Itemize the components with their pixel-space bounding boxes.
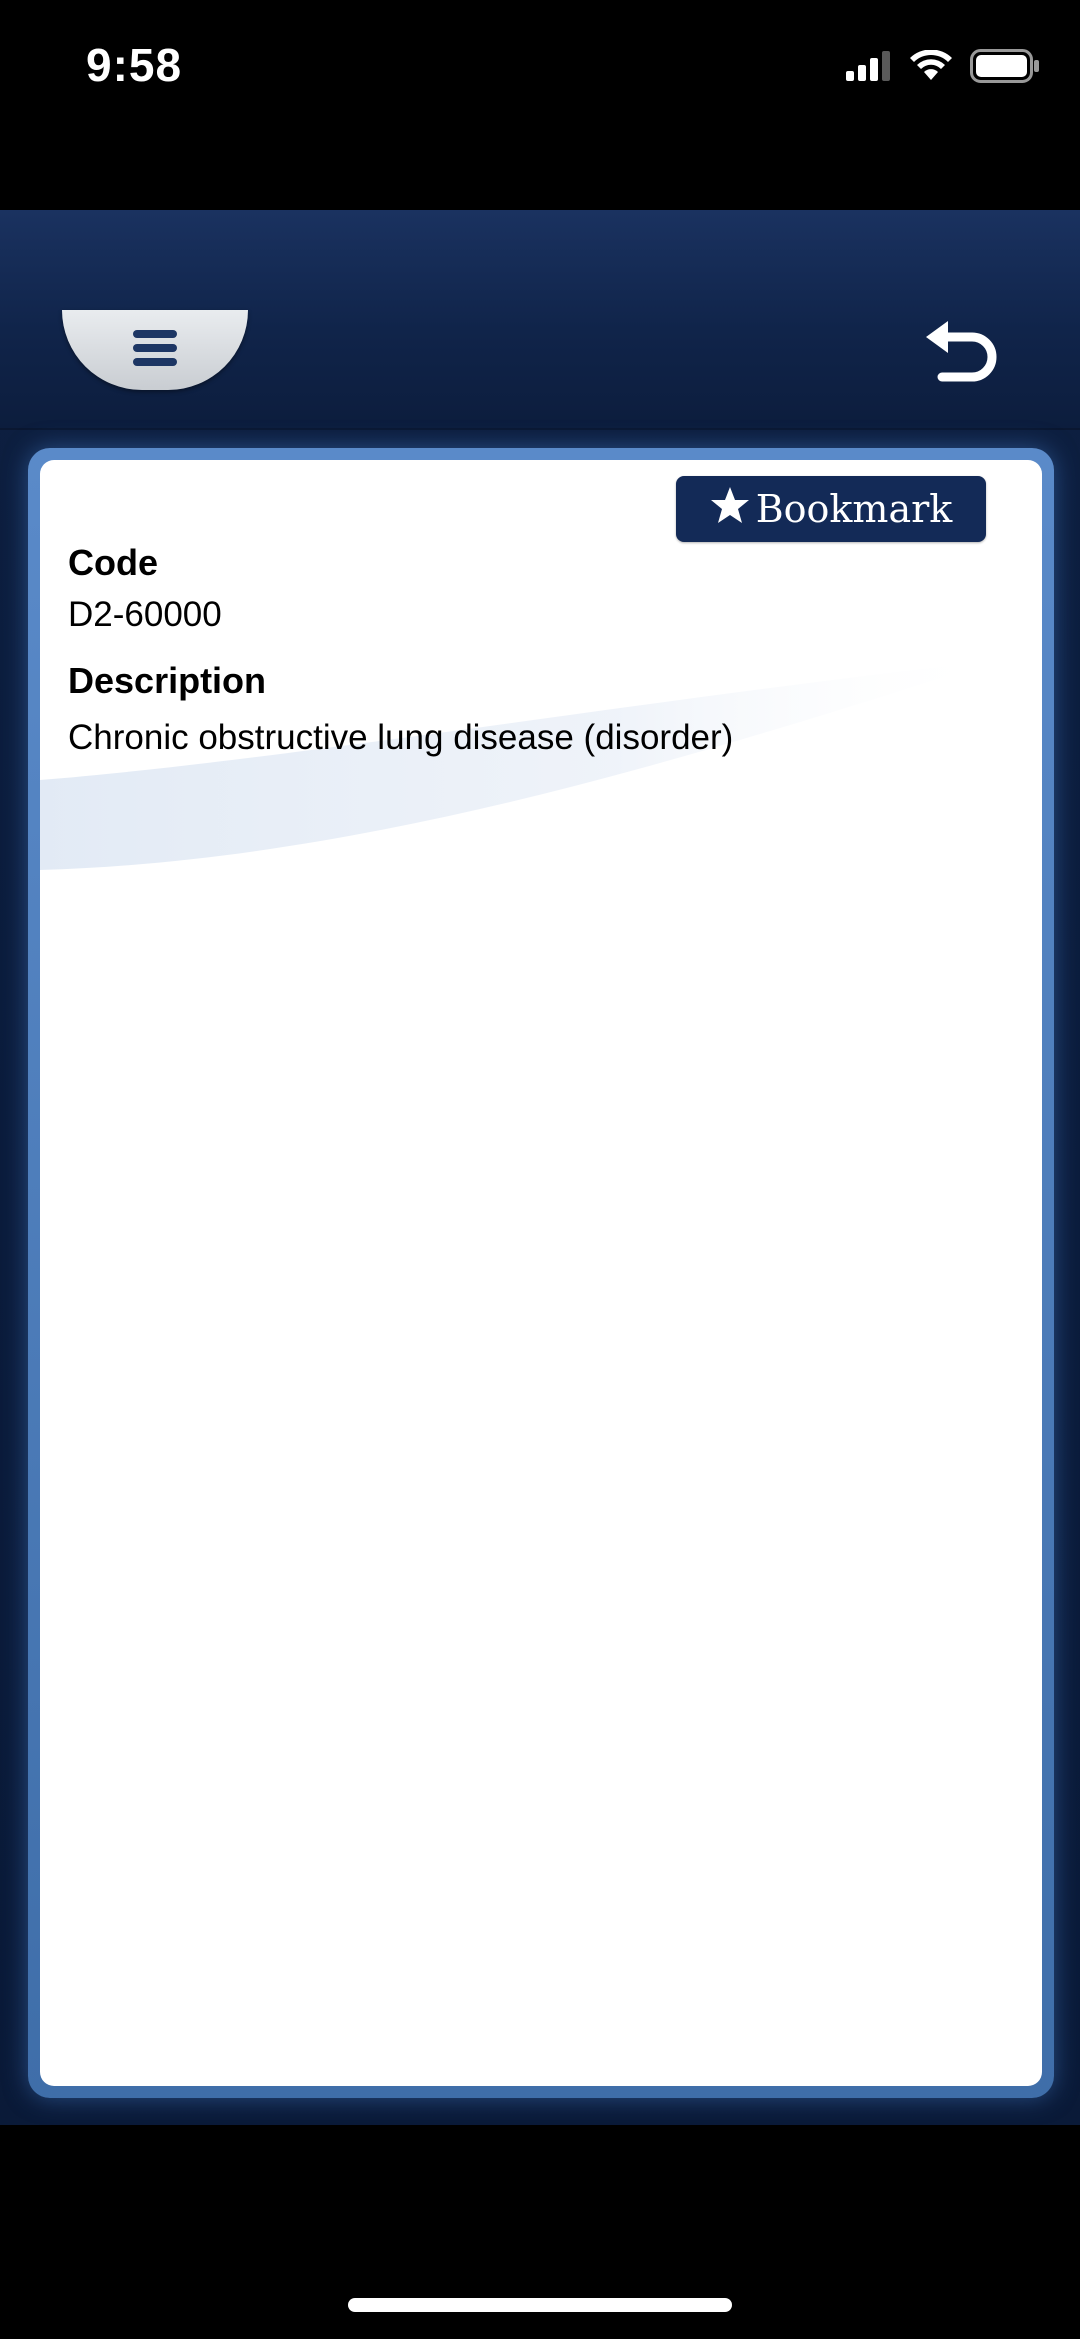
screen: 9:58 Bookmark Code D2-60000 Description … xyxy=(0,0,1080,2339)
wifi-icon xyxy=(910,48,952,87)
content-frame: Bookmark Code D2-60000 Description Chron… xyxy=(28,448,1054,2098)
menu-button[interactable] xyxy=(62,310,248,390)
star-icon xyxy=(710,486,750,533)
background-swoosh xyxy=(40,660,1000,870)
bookmark-label: Bookmark xyxy=(755,487,953,531)
battery-icon xyxy=(970,48,1040,88)
description-value: Chronic obstructive lung disease (disord… xyxy=(68,718,734,757)
code-label: Code xyxy=(68,542,158,583)
description-label: Description xyxy=(68,660,267,701)
toolbar xyxy=(0,210,1080,430)
code-value: D2-60000 xyxy=(68,595,222,634)
hamburger-icon xyxy=(131,328,179,373)
cellular-signal-icon xyxy=(846,50,892,86)
app-frame: Bookmark Code D2-60000 Description Chron… xyxy=(0,210,1080,2125)
back-button[interactable] xyxy=(922,318,1002,398)
bookmark-button[interactable]: Bookmark xyxy=(676,476,986,542)
status-icons xyxy=(846,48,1040,88)
undo-arrow-icon xyxy=(922,319,1002,398)
status-time: 9:58 xyxy=(86,39,183,91)
home-indicator[interactable] xyxy=(348,2298,732,2312)
status-bar: 9:58 xyxy=(0,0,1080,135)
detail-card: Bookmark Code D2-60000 Description Chron… xyxy=(40,460,1042,2086)
